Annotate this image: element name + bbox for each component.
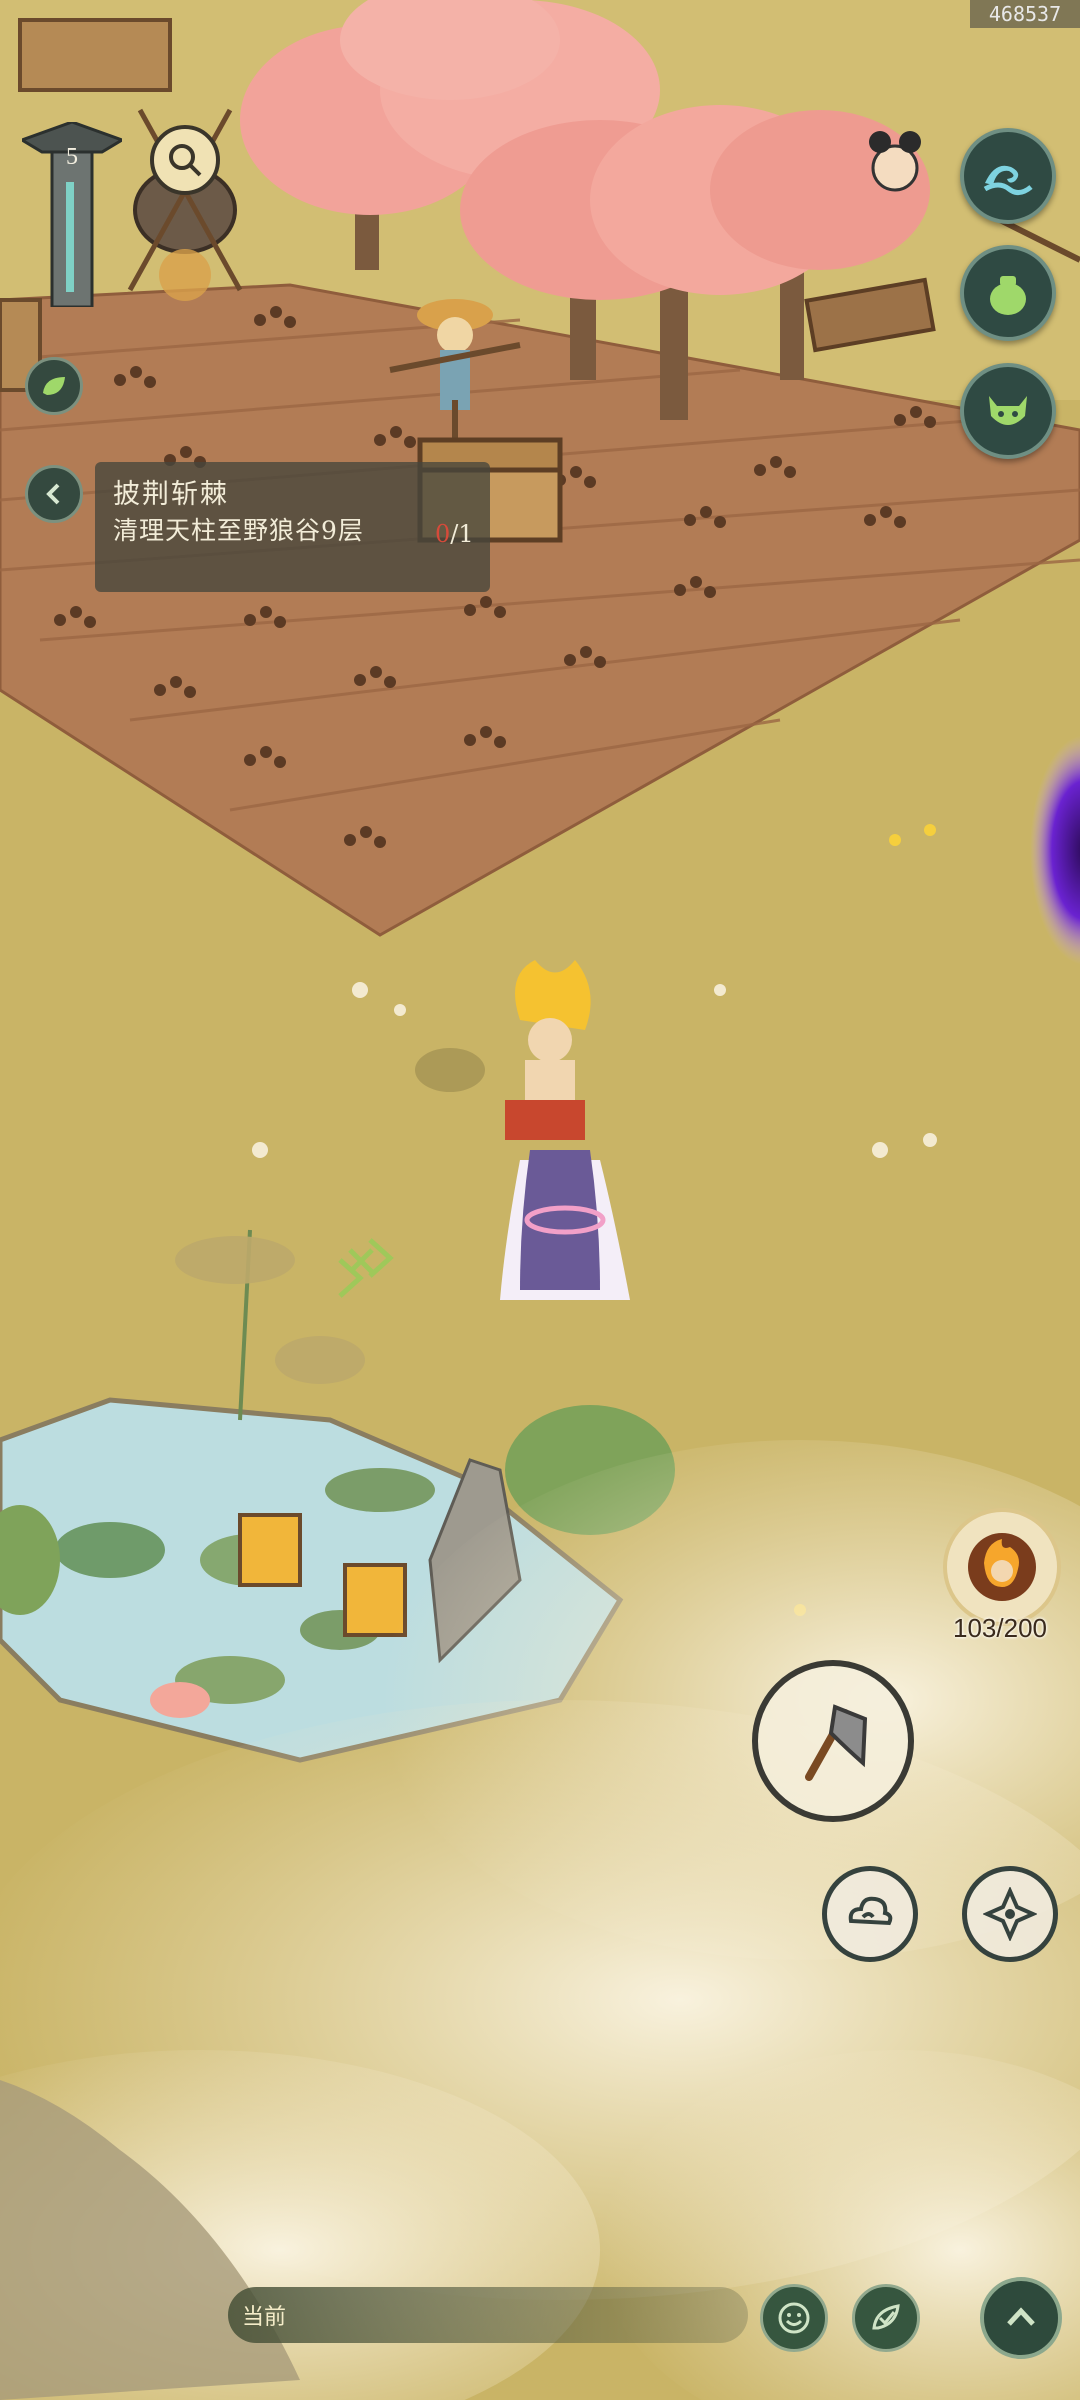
chevron-left-icon: [46, 483, 60, 505]
level-number: 5: [66, 144, 78, 170]
energy-meter[interactable]: 103/200: [935, 1508, 1065, 1648]
shuriken-icon: [983, 1887, 1037, 1941]
quest-title: 披荆斩棘: [113, 479, 229, 510]
chevron-up-icon: [1007, 2307, 1035, 2326]
expand-menu-button[interactable]: [980, 2277, 1062, 2359]
search-lantern-button[interactable]: [150, 125, 220, 195]
fire-spirit-icon: [968, 1533, 1036, 1601]
smile-emote-icon: [778, 2302, 810, 2334]
inventory-jar-button[interactable]: [960, 245, 1056, 341]
gourd-jar-icon: [990, 276, 1026, 315]
chop-action-button[interactable]: [752, 1660, 914, 1822]
demon-mask-icon: [989, 396, 1027, 425]
quest-collapse-button[interactable]: [25, 465, 83, 523]
quest-description: 清理天柱至野狼谷9层: [113, 516, 364, 545]
quest-tracker[interactable]: 披荆斩棘 清理天柱至野狼谷9层 0/1: [95, 462, 490, 592]
level-pillar[interactable]: 5: [18, 120, 126, 309]
wave-skill-button[interactable]: [960, 128, 1056, 224]
magnifier-icon: [169, 144, 202, 177]
cloud-swirl-icon: [848, 1896, 893, 1926]
energy-value: 103/200: [953, 1613, 1047, 1643]
quest-progress: 0/1: [435, 520, 474, 548]
quest-progress-total: /1: [450, 520, 474, 548]
tasks-button[interactable]: [852, 2284, 920, 2352]
demon-mask-button[interactable]: [960, 363, 1056, 459]
leaf-menu-button[interactable]: [25, 357, 83, 415]
quest-progress-current: 0: [435, 520, 451, 548]
axe-icon: [805, 1704, 868, 1781]
game-scene: [0, 0, 1080, 2400]
chat-channel-label: 当前: [242, 2305, 287, 2330]
shuriken-skill-button[interactable]: [962, 1866, 1058, 1962]
cloud-skill-button[interactable]: [822, 1866, 918, 1962]
leaf-icon: [43, 377, 65, 395]
player-uid: 468537: [970, 0, 1080, 28]
chat-channel-bar[interactable]: 当前: [228, 2287, 748, 2343]
leaf-check-icon: [872, 2304, 900, 2330]
energy-avatar: [943, 1508, 1061, 1626]
emote-button[interactable]: [760, 2284, 828, 2352]
wave-icon: [983, 165, 1033, 195]
